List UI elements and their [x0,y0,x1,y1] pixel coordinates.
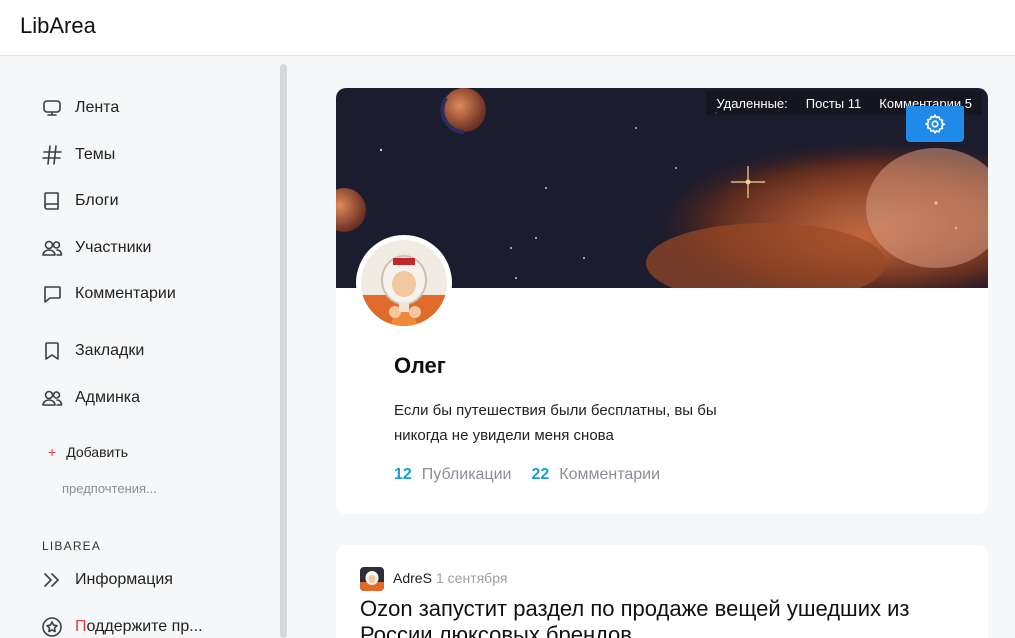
profile-bio: Если бы путешествия были бесплатны, вы б… [394,402,717,444]
comment-icon [44,286,61,303]
deleted-posts-link[interactable]: Посты 11 [806,96,861,111]
sidebar-item-members[interactable]: Участники [40,234,151,262]
comments-count[interactable]: 22 [531,466,549,484]
astronaut-avatar-small [360,567,384,591]
sidebar-scrollbar[interactable] [280,64,287,638]
profile-stats: 12 Публикации 22 Комментарии [394,466,680,484]
sidebar-item-label: Админка [75,389,141,406]
sidebar-item-feed[interactable]: Лента [40,94,119,122]
post-author[interactable]: AdreS [393,570,432,586]
post-title[interactable]: Ozon запустит раздел по продаже вещей уш… [360,596,960,638]
sidebar-item-admin[interactable]: Админка [40,384,140,412]
preferences-link[interactable]: предпочтения... [62,481,157,496]
sidebar-item-topics[interactable]: Темы [40,141,115,169]
section-title: LIBAREA [42,539,102,553]
book-icon [44,192,59,210]
sidebar-item-label: Информация [75,571,173,588]
comments-label[interactable]: Комментарии [559,466,660,484]
publications-label[interactable]: Публикации [422,466,512,484]
bookmark-icon [45,342,59,360]
astronaut-avatar-image [361,240,447,326]
publications-count[interactable]: 12 [394,466,412,484]
star-circle-icon [42,617,62,637]
sidebar-item-bookmarks[interactable]: Закладки [40,337,144,365]
profile-avatar[interactable] [356,235,452,331]
deleted-label: Удаленные: [716,95,788,111]
add-label: Добавить [66,444,129,460]
sidebar-item-label: Лента [75,99,120,116]
profile-settings-button[interactable] [906,106,964,142]
users-icon [42,240,63,256]
chevrons-right-icon [44,573,59,587]
post-card: AdreS 1 сентября Ozon запустит раздел по… [336,545,988,638]
gear-icon [924,113,946,135]
sidebar-item-label: Блоги [75,192,119,209]
sidebar-item-label: Участники [75,239,152,256]
sidebar-item-blogs[interactable]: Блоги [40,187,119,215]
sidebar-item-label: Комментарии [75,285,176,302]
sidebar-item-label: Закладки [75,342,145,359]
post-author-avatar[interactable] [360,567,384,591]
add-preference-button[interactable]: + Добавить [48,444,128,460]
plus-icon: + [48,444,57,460]
profile-name: Олег [394,353,446,378]
sidebar-item-comments[interactable]: Комментарии [40,280,176,308]
users-icon [42,390,63,406]
sidebar-item-label: Поддержите пр... [75,618,203,636]
top-bar: LibArea [0,0,1015,56]
hash-icon [42,145,62,165]
sidebar-item-label: Темы [75,146,116,163]
sidebar-item-info[interactable]: Информация [40,566,173,594]
profile-card: Удаленные: Посты 11 Комментарии 5 Олег Е… [336,88,988,514]
monitor-icon [43,100,61,116]
support-first-letter: П [75,618,87,635]
post-date: 1 сентября [436,570,508,586]
support-rest: оддержите пр... [86,618,203,635]
site-logo[interactable]: LibArea [20,13,96,39]
sidebar-item-support[interactable]: Поддержите пр... [40,613,203,638]
